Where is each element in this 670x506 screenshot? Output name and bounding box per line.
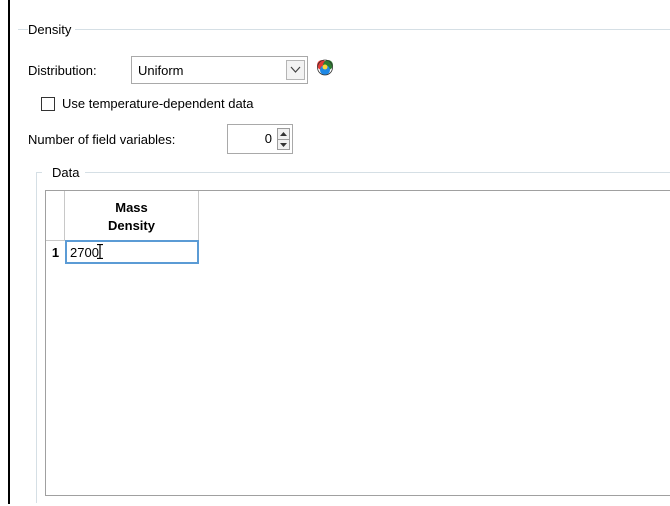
field-vars-value: 0 bbox=[264, 131, 272, 146]
table-corner-cell[interactable] bbox=[46, 191, 65, 241]
chevron-down-icon[interactable] bbox=[286, 60, 305, 80]
density-editor-panel: Density Distribution: Uniform Use temper… bbox=[10, 0, 670, 504]
distribution-label: Distribution: bbox=[28, 63, 97, 78]
mass-density-cell-input[interactable]: 2700 bbox=[65, 240, 199, 264]
data-table[interactable]: Mass Density 1 2700 bbox=[45, 190, 670, 496]
distribution-selected-value: Uniform bbox=[138, 63, 184, 78]
spin-buttons bbox=[277, 128, 290, 150]
data-group-title: Data bbox=[42, 165, 86, 180]
column-header-mass-density[interactable]: Mass Density bbox=[65, 191, 199, 241]
field-vars-label: Number of field variables: bbox=[28, 132, 176, 147]
spin-down-arrow-icon[interactable] bbox=[278, 139, 289, 150]
temp-dependent-label: Use temperature-dependent data bbox=[62, 96, 254, 111]
distribution-select[interactable]: Uniform bbox=[131, 56, 308, 84]
temp-dependent-checkbox[interactable] bbox=[41, 97, 55, 111]
cell-value: 2700 bbox=[70, 245, 99, 260]
column-header-line1: Mass bbox=[115, 199, 148, 215]
field-vars-spinbox[interactable]: 0 bbox=[227, 124, 293, 154]
density-group-title: Density bbox=[28, 22, 76, 37]
row-header[interactable]: 1 bbox=[46, 241, 65, 263]
text-cursor-icon bbox=[97, 243, 103, 262]
spin-up-arrow-icon[interactable] bbox=[278, 129, 289, 139]
color-palette-icon[interactable] bbox=[314, 58, 336, 78]
column-header-line2: Density bbox=[108, 217, 155, 233]
